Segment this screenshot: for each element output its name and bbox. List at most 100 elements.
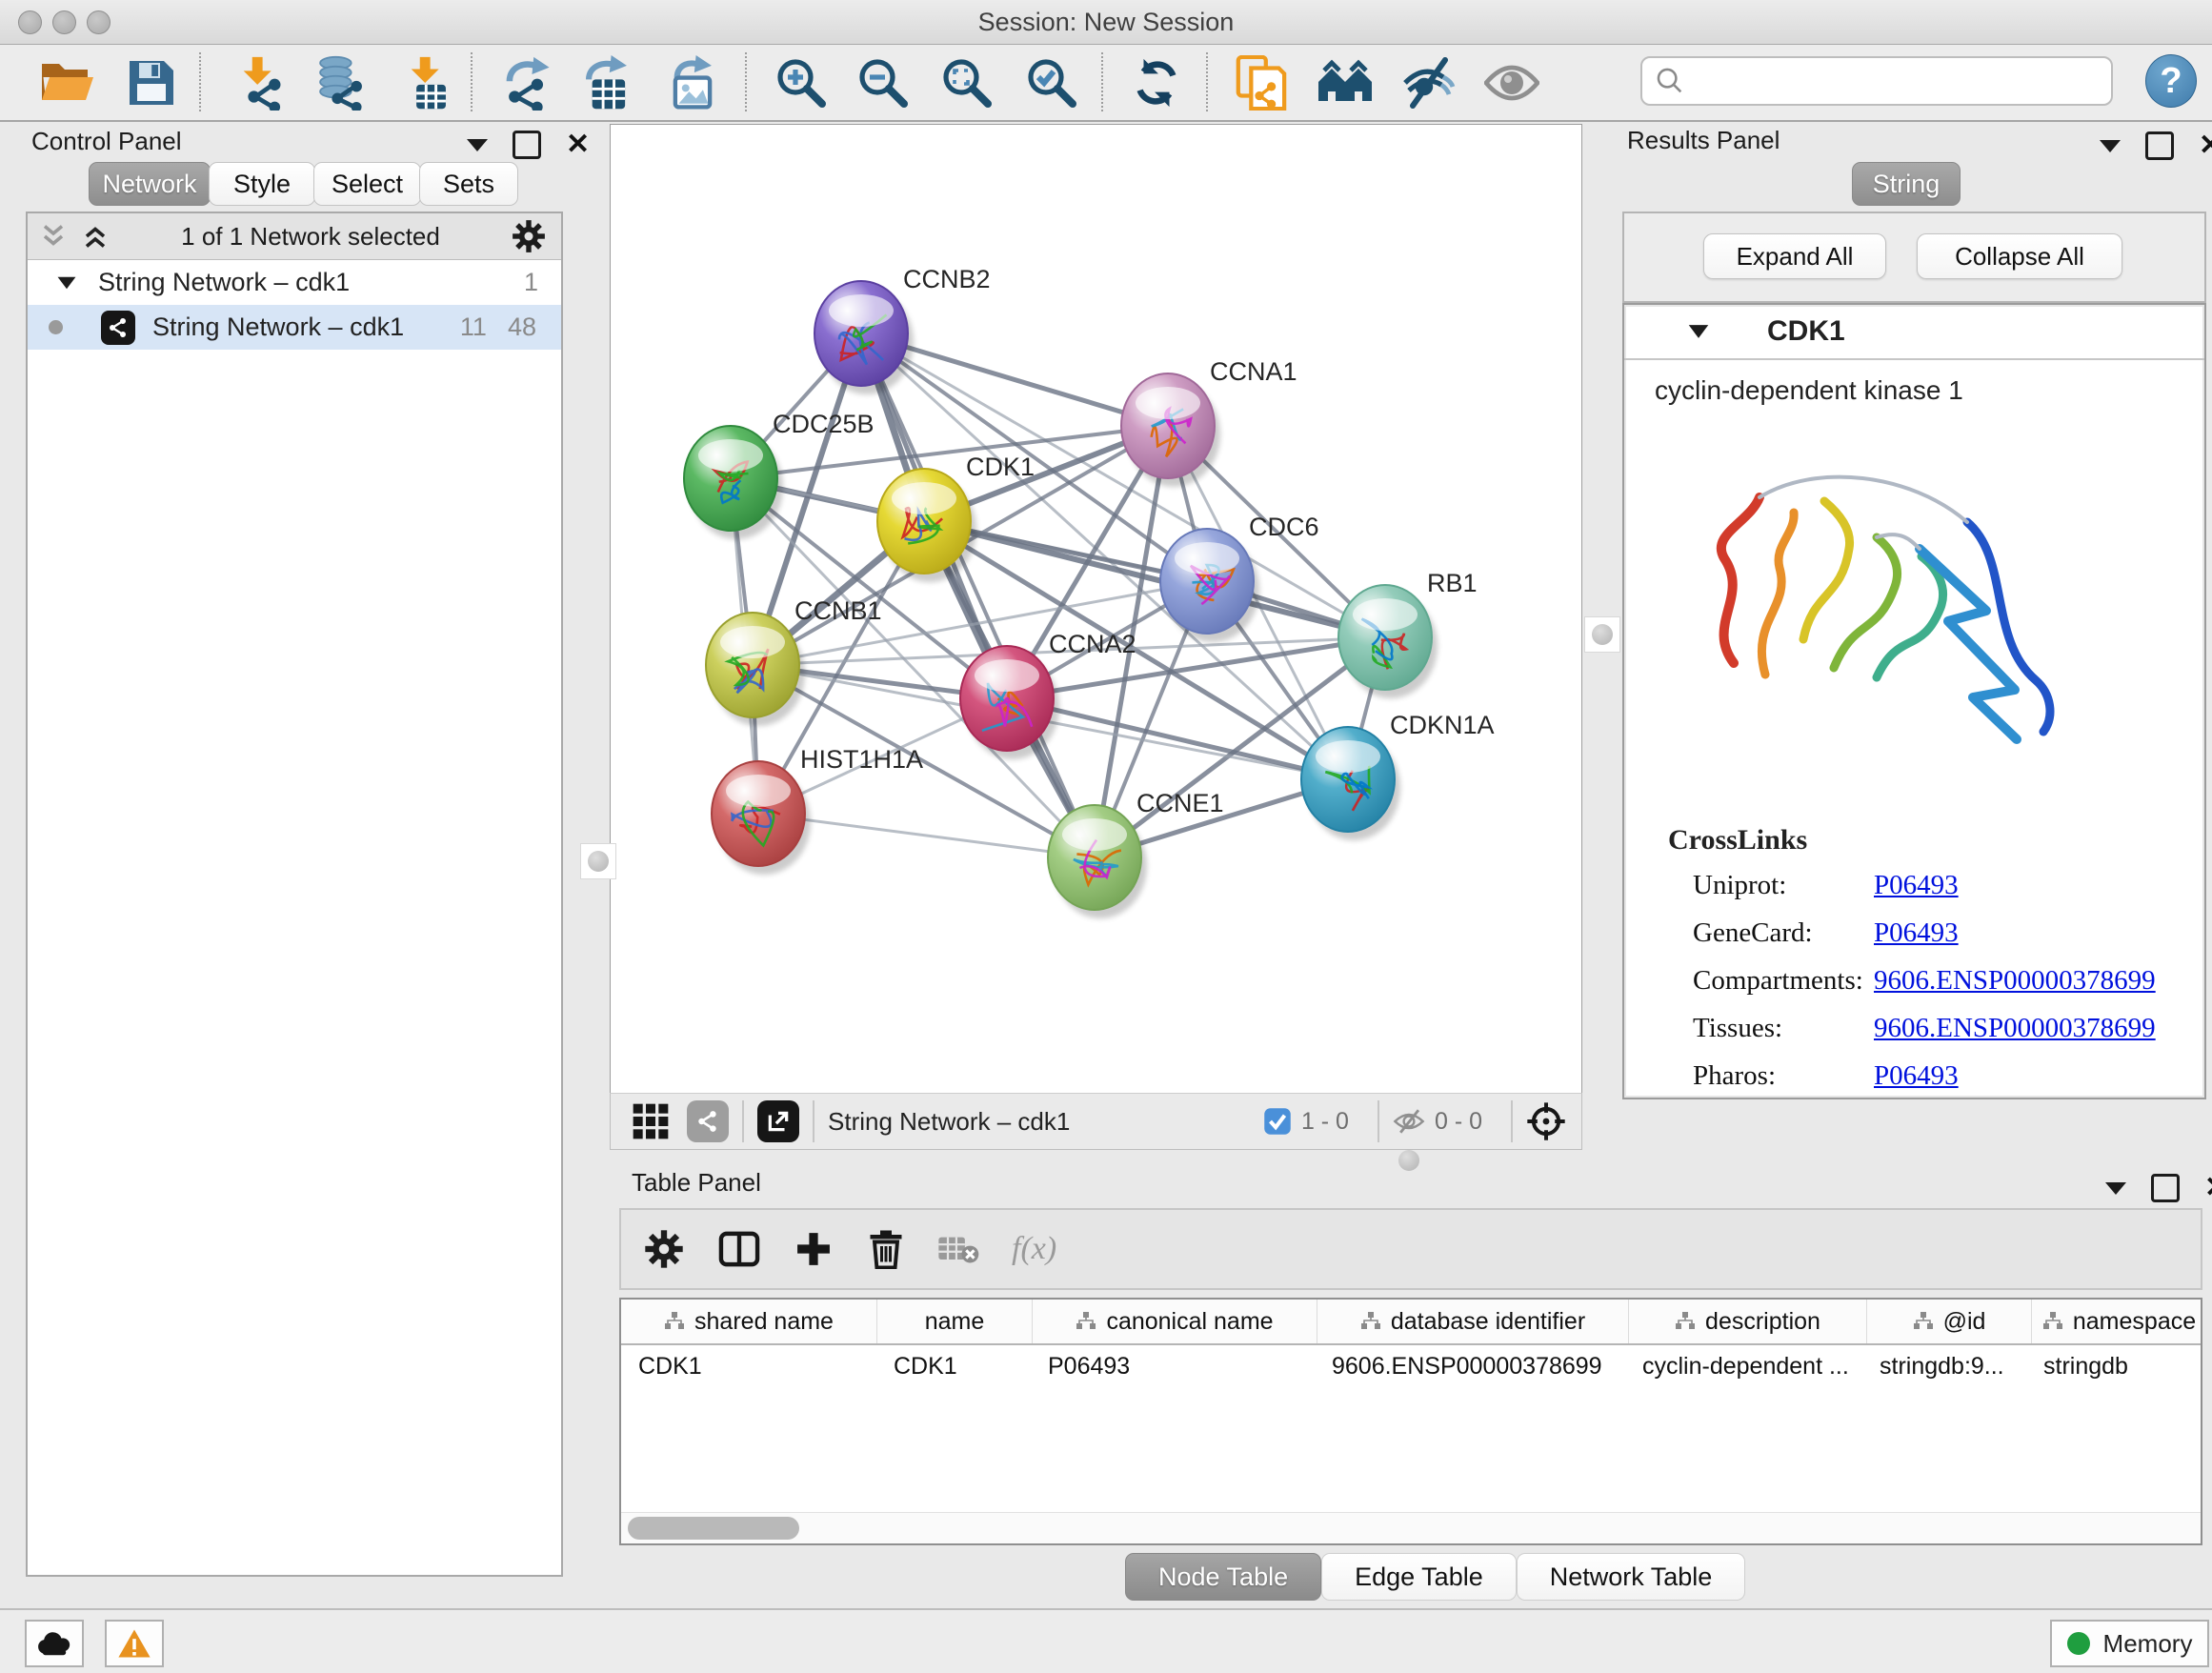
first-neighbors-icon[interactable] bbox=[1317, 54, 1374, 111]
panel-float-icon[interactable] bbox=[513, 131, 541, 159]
network-canvas[interactable]: CCNB2CCNA1CDC25BCDK1CDC6RB1CCNB1CCNA2CDK… bbox=[611, 125, 1581, 1091]
network-node-RB1[interactable]: RB1 bbox=[1338, 569, 1478, 698]
tab-node-table[interactable]: Node Table bbox=[1125, 1553, 1321, 1601]
tab-network-table[interactable]: Network Table bbox=[1517, 1553, 1746, 1601]
network-view-toolbar: String Network – cdk1 1 - 0 0 - 0 bbox=[610, 1093, 1582, 1150]
table-tabs: Node Table Edge Table Network Table bbox=[1125, 1553, 1745, 1599]
expand-all-button[interactable]: Expand All bbox=[1703, 233, 1886, 279]
table-row[interactable]: CDK1 CDK1 P06493 9606.ENSP00000378699 cy… bbox=[621, 1345, 2201, 1387]
show-all-eye-icon[interactable] bbox=[1483, 54, 1540, 111]
panel-menu-icon[interactable] bbox=[2100, 140, 2121, 152]
gear-icon[interactable] bbox=[512, 219, 546, 253]
node-table: shared name name canonical name database… bbox=[619, 1298, 2202, 1545]
toolbar-divider bbox=[199, 52, 201, 111]
node-label-CDK1: CDK1 bbox=[966, 453, 1035, 481]
scrollbar-thumb[interactable] bbox=[628, 1517, 799, 1540]
help-icon[interactable]: ? bbox=[2145, 54, 2197, 108]
string-view-icon[interactable] bbox=[687, 1100, 729, 1142]
network-row[interactable]: String Network – cdk1 11 48 bbox=[28, 305, 561, 350]
column-header[interactable]: canonical name bbox=[1033, 1300, 1317, 1343]
open-folder-icon[interactable] bbox=[39, 54, 96, 111]
detach-view-icon[interactable] bbox=[757, 1100, 799, 1142]
hierarchy-icon bbox=[1675, 1312, 1696, 1331]
export-image-icon[interactable] bbox=[664, 54, 721, 111]
tab-string[interactable]: String bbox=[1852, 162, 1961, 206]
network-node-CCNB2[interactable]: CCNB2 bbox=[814, 265, 991, 394]
hide-selected-eye-icon[interactable] bbox=[1400, 54, 1458, 111]
network-edge-count: 48 bbox=[508, 312, 536, 342]
panel-float-icon[interactable] bbox=[2145, 131, 2174, 160]
tab-network[interactable]: Network bbox=[89, 162, 211, 206]
hierarchy-icon bbox=[1913, 1312, 1934, 1331]
save-session-icon[interactable] bbox=[123, 54, 180, 111]
grid-view-icon[interactable] bbox=[632, 1102, 670, 1140]
table-settings-gear-icon[interactable] bbox=[644, 1229, 684, 1269]
warning-button[interactable] bbox=[105, 1620, 164, 1667]
column-header[interactable]: database identifier bbox=[1317, 1300, 1629, 1343]
search-input[interactable] bbox=[1694, 67, 2111, 96]
tab-sets[interactable]: Sets bbox=[419, 162, 518, 206]
network-node-CDKN1A[interactable]: CDKN1A bbox=[1301, 711, 1495, 840]
panel-menu-icon[interactable] bbox=[2105, 1182, 2126, 1195]
protein-header-row[interactable]: CDK1 bbox=[1624, 305, 2204, 360]
network-collection-row[interactable]: String Network – cdk1 1 bbox=[28, 260, 561, 305]
uniprot-link[interactable]: P06493 bbox=[1874, 870, 2204, 901]
zoom-out-icon[interactable] bbox=[855, 54, 912, 111]
network-view[interactable]: CCNB2CCNA1CDC25BCDK1CDC6RB1CCNB1CCNA2CDK… bbox=[610, 124, 1582, 1094]
column-header[interactable]: shared name bbox=[621, 1300, 877, 1343]
node-label-CDC6: CDC6 bbox=[1249, 513, 1319, 541]
show-columns-icon[interactable] bbox=[718, 1230, 760, 1268]
network-node-CCNA1[interactable]: CCNA1 bbox=[1121, 357, 1297, 487]
compartments-link[interactable]: 9606.ENSP00000378699 bbox=[1874, 965, 2204, 997]
tab-edge-table[interactable]: Edge Table bbox=[1321, 1553, 1517, 1601]
column-header[interactable]: namespace bbox=[2032, 1300, 2206, 1343]
memory-button[interactable]: Memory bbox=[2050, 1620, 2209, 1667]
network-edge-CCNB2-CCNE1[interactable] bbox=[861, 333, 1095, 857]
table-panel-title: Table Panel bbox=[632, 1168, 761, 1198]
tab-style[interactable]: Style bbox=[209, 162, 315, 206]
import-network-icon[interactable] bbox=[231, 54, 288, 111]
birdseye-view-icon[interactable] bbox=[1526, 1101, 1566, 1141]
node-label-CCNB2: CCNB2 bbox=[903, 265, 991, 293]
table-toolbar: f(x) bbox=[619, 1208, 2202, 1290]
zoom-in-icon[interactable] bbox=[773, 54, 830, 111]
column-header[interactable]: name bbox=[877, 1300, 1033, 1343]
tab-select[interactable]: Select bbox=[313, 162, 421, 206]
column-header[interactable]: @id bbox=[1867, 1300, 2032, 1343]
panel-close-icon[interactable]: ✕ bbox=[566, 131, 590, 159]
crosslinks-list: Uniprot: P06493 GeneCard: P06493 Compart… bbox=[1693, 870, 2204, 1092]
pharos-link[interactable]: P06493 bbox=[1874, 1060, 2204, 1092]
panel-menu-icon[interactable] bbox=[467, 139, 488, 151]
copy-network-style-icon[interactable] bbox=[1232, 54, 1289, 111]
panel-close-icon[interactable]: ✕ bbox=[2199, 131, 2212, 160]
expand-all-icon[interactable] bbox=[81, 222, 110, 251]
tree-expander-icon[interactable] bbox=[56, 274, 77, 292]
export-table-icon[interactable] bbox=[579, 54, 636, 111]
search-box[interactable] bbox=[1640, 56, 2113, 106]
delete-column-icon[interactable] bbox=[867, 1229, 905, 1269]
collapse-all-icon[interactable] bbox=[39, 222, 68, 251]
cloud-button[interactable] bbox=[25, 1620, 84, 1667]
hidden-eye-icon bbox=[1393, 1107, 1425, 1136]
import-table-icon[interactable] bbox=[398, 54, 455, 111]
left-splitter-handle[interactable] bbox=[580, 843, 616, 879]
refresh-icon[interactable] bbox=[1128, 54, 1185, 111]
panel-close-icon[interactable]: ✕ bbox=[2204, 1174, 2212, 1202]
collapse-all-button[interactable]: Collapse All bbox=[1917, 233, 2122, 279]
tissues-link[interactable]: 9606.ENSP00000378699 bbox=[1874, 1013, 2204, 1044]
collapse-section-icon[interactable] bbox=[1687, 323, 1710, 340]
panel-float-icon[interactable] bbox=[2151, 1174, 2180, 1202]
toolbar-divider bbox=[471, 52, 473, 111]
horizontal-scrollbar[interactable] bbox=[621, 1512, 2201, 1543]
network-node-CDC6[interactable]: CDC6 bbox=[1160, 513, 1319, 642]
import-database-icon[interactable] bbox=[311, 54, 368, 111]
export-network-icon[interactable] bbox=[498, 54, 555, 111]
column-header[interactable]: description bbox=[1629, 1300, 1867, 1343]
genecard-link[interactable]: P06493 bbox=[1874, 917, 2204, 949]
zoom-selected-icon[interactable] bbox=[1023, 54, 1080, 111]
network-node-HIST1H1A[interactable]: HIST1H1A bbox=[712, 745, 923, 875]
add-column-icon[interactable] bbox=[794, 1230, 833, 1268]
network-node-CDC25B[interactable]: CDC25B bbox=[684, 410, 875, 539]
zoom-fit-icon[interactable] bbox=[938, 54, 995, 111]
delete-table-icon[interactable] bbox=[937, 1233, 979, 1265]
